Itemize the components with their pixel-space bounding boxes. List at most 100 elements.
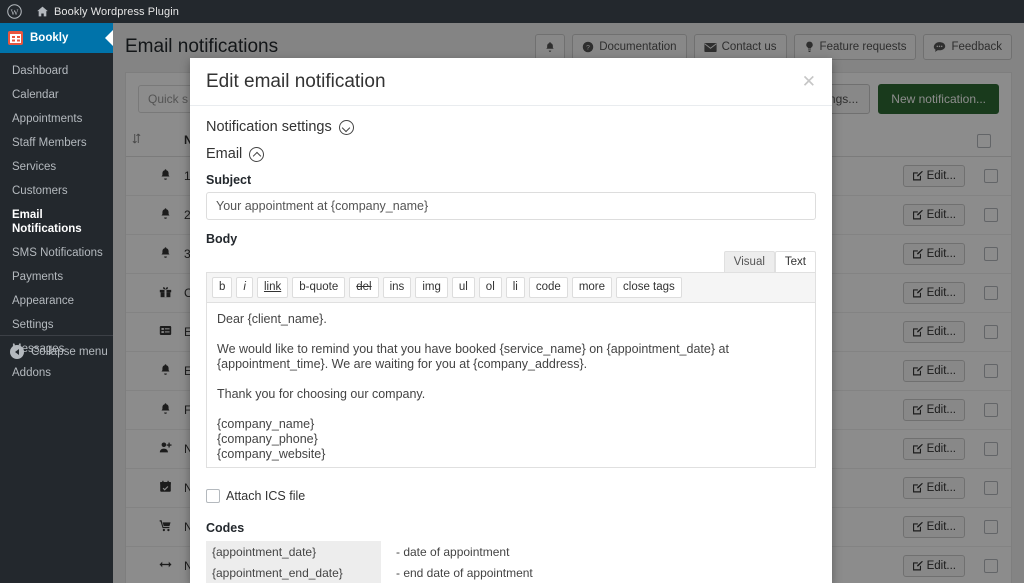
row-checkbox[interactable] xyxy=(984,481,998,496)
body-textarea[interactable] xyxy=(206,303,816,468)
feature-requests-button[interactable]: Feature requests xyxy=(793,34,917,60)
sidebar-item-appearance[interactable]: Appearance xyxy=(0,289,113,313)
editor-bquote-button[interactable]: b-quote xyxy=(292,277,346,298)
row-select-cell[interactable] xyxy=(971,156,1011,196)
site-title: Bookly Wordpress Plugin xyxy=(54,5,179,18)
row-drag-handle[interactable] xyxy=(126,273,152,313)
sidebar-item-services[interactable]: Services xyxy=(0,155,113,179)
sidebar-item-customers[interactable]: Customers xyxy=(0,179,113,203)
contact-us-button[interactable]: Contact us xyxy=(693,34,787,60)
row-select-cell[interactable] xyxy=(971,468,1011,508)
new-notification-button[interactable]: New notification... xyxy=(878,84,999,114)
row-select-cell[interactable] xyxy=(971,351,1011,391)
edit-button[interactable]: Edit... xyxy=(902,554,965,577)
site-name-menu[interactable]: Bookly Wordpress Plugin xyxy=(29,0,186,23)
row-drag-handle[interactable] xyxy=(126,507,152,547)
chevron-up-circle-icon[interactable] xyxy=(249,146,265,162)
editor-li-button[interactable]: li xyxy=(505,277,525,298)
editor-ol-button[interactable]: ol xyxy=(478,277,502,298)
editor-close-tags-button[interactable]: close tags xyxy=(616,277,682,298)
tab-text[interactable]: Text xyxy=(774,251,816,272)
row-select-cell[interactable] xyxy=(971,273,1011,313)
edit-button[interactable]: Edit... xyxy=(902,359,965,382)
email-section-toggle[interactable]: Email xyxy=(206,146,816,162)
edit-button[interactable]: Edit... xyxy=(902,164,965,187)
collapse-menu-button[interactable]: Collapse menu xyxy=(0,335,113,368)
edit-button[interactable]: Edit... xyxy=(902,242,965,265)
row-checkbox[interactable] xyxy=(984,169,998,184)
sidebar-item-staff-members[interactable]: Staff Members xyxy=(0,131,113,155)
sidebar-item-sms-notifications[interactable]: SMS Notifications xyxy=(0,241,113,265)
row-drag-handle[interactable] xyxy=(126,429,152,469)
row-drag-handle[interactable] xyxy=(126,468,152,508)
row-select-cell[interactable] xyxy=(971,429,1011,469)
sort-header[interactable] xyxy=(126,125,152,157)
attach-ics-row[interactable]: Attach ICS file xyxy=(206,489,816,503)
edit-button[interactable]: Edit... xyxy=(902,398,965,421)
row-drag-handle[interactable] xyxy=(126,195,152,235)
bell-icon xyxy=(546,42,554,52)
editor-ul-button[interactable]: ul xyxy=(451,277,475,298)
notification-settings-section-toggle[interactable]: Notification settings xyxy=(206,119,816,135)
notifications-bell-button[interactable] xyxy=(535,34,566,60)
editor-code-button[interactable]: code xyxy=(528,277,568,298)
row-drag-handle[interactable] xyxy=(126,351,152,391)
documentation-button[interactable]: ? Documentation xyxy=(572,34,687,60)
close-icon[interactable]: ✕ xyxy=(802,73,816,90)
row-checkbox[interactable] xyxy=(984,325,998,340)
editor-del-button[interactable]: del xyxy=(349,277,379,298)
row-checkbox[interactable] xyxy=(984,442,998,457)
sidebar-item-bookly[interactable]: Bookly xyxy=(0,23,113,53)
row-checkbox[interactable] xyxy=(984,520,998,535)
edit-button[interactable]: Edit... xyxy=(902,476,965,499)
select-all-checkbox[interactable] xyxy=(977,133,991,148)
row-drag-handle[interactable] xyxy=(126,156,152,196)
row-checkbox[interactable] xyxy=(984,208,998,223)
row-checkbox[interactable] xyxy=(984,559,998,574)
editor-link-button[interactable]: link xyxy=(256,277,289,298)
modal-body: Notification settings Email Subject Body… xyxy=(190,106,832,583)
row-checkbox[interactable] xyxy=(984,286,998,301)
editor-bold-button[interactable]: b xyxy=(212,277,233,298)
sidebar-item-payments[interactable]: Payments xyxy=(0,265,113,289)
sidebar-item-calendar[interactable]: Calendar xyxy=(0,83,113,107)
chevron-down-circle-icon[interactable] xyxy=(338,119,354,135)
row-select-cell[interactable] xyxy=(971,546,1011,583)
tab-visual[interactable]: Visual xyxy=(723,251,775,272)
edit-button[interactable]: Edit... xyxy=(902,515,965,538)
edit-button[interactable]: Edit... xyxy=(902,320,965,343)
select-all-header[interactable] xyxy=(971,125,1011,157)
sidebar-item-dashboard[interactable]: Dashboard xyxy=(0,59,113,83)
editor-img-button[interactable]: img xyxy=(415,277,448,298)
row-select-cell[interactable] xyxy=(971,507,1011,547)
edit-button[interactable]: Edit... xyxy=(902,281,965,304)
row-select-cell[interactable] xyxy=(971,312,1011,352)
row-select-cell[interactable] xyxy=(971,234,1011,274)
row-checkbox[interactable] xyxy=(984,403,998,418)
row-checkbox[interactable] xyxy=(984,247,998,262)
row-drag-handle[interactable] xyxy=(126,546,152,583)
row-drag-handle[interactable] xyxy=(126,312,152,352)
edit-button[interactable]: Edit... xyxy=(902,437,965,460)
row-drag-handle[interactable] xyxy=(126,234,152,274)
row-type-icon-cell xyxy=(152,468,178,508)
code-cell[interactable]: {appointment_end_date} xyxy=(206,562,381,583)
edit-button[interactable]: Edit... xyxy=(902,203,965,226)
editor-ins-button[interactable]: ins xyxy=(382,277,412,298)
editor-more-button[interactable]: more xyxy=(571,277,613,298)
feedback-button[interactable]: Feedback xyxy=(923,34,1012,60)
row-select-cell[interactable] xyxy=(971,195,1011,235)
row-checkbox[interactable] xyxy=(984,364,998,379)
row-drag-handle[interactable] xyxy=(126,390,152,430)
row-select-cell[interactable] xyxy=(971,390,1011,430)
editor-italic-button[interactable]: i xyxy=(236,277,253,298)
sidebar-item-settings[interactable]: Settings xyxy=(0,313,113,337)
wp-logo-menu[interactable]: W xyxy=(0,0,29,23)
attach-ics-checkbox[interactable] xyxy=(206,489,220,503)
subject-input[interactable] xyxy=(206,192,816,220)
sidebar-item-email-notifications[interactable]: Email Notifications xyxy=(0,203,113,241)
pencil-square-icon xyxy=(912,522,923,532)
row-type-icon-cell xyxy=(152,195,178,235)
sidebar-item-appointments[interactable]: Appointments xyxy=(0,107,113,131)
code-cell[interactable]: {appointment_date} xyxy=(206,541,381,562)
